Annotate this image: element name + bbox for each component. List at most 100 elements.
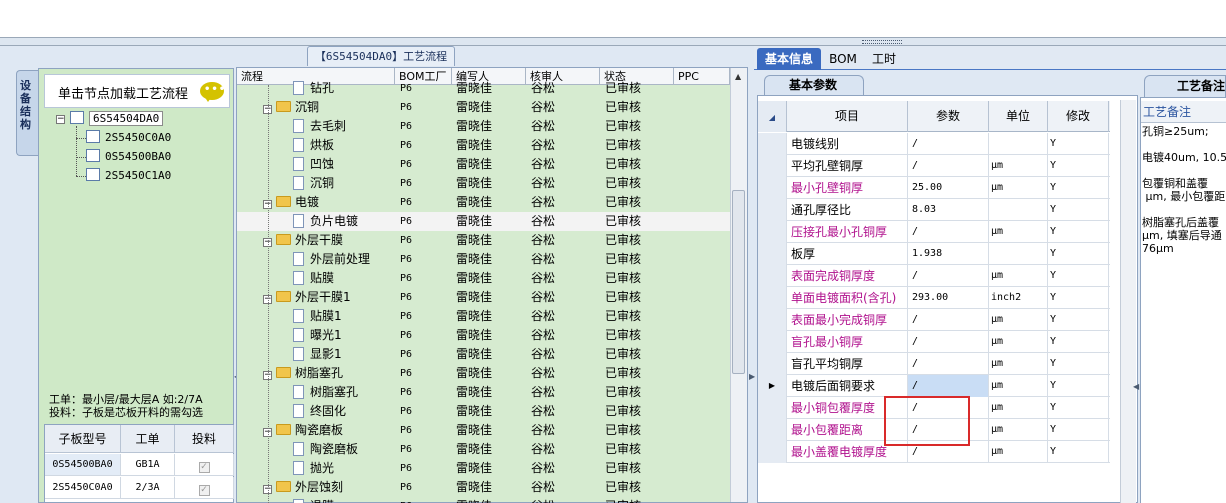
- process-status-cell[interactable]: 已审核: [605, 250, 641, 269]
- param-unit-cell[interactable]: [989, 133, 1048, 155]
- process-reviewer-cell[interactable]: 谷松: [531, 364, 555, 383]
- param-modify-cell[interactable]: Y: [1048, 397, 1109, 419]
- process-row[interactable]: − 陶瓷磨板 P6 雷晓佳 谷松 已审核: [237, 421, 730, 440]
- process-factory-cell[interactable]: P6: [400, 383, 412, 402]
- process-status-cell[interactable]: 已审核: [605, 98, 641, 117]
- param-modify-cell[interactable]: Y: [1048, 375, 1109, 397]
- process-row[interactable]: 贴膜 P6 雷晓佳 谷松 已审核: [237, 269, 730, 288]
- process-name-cell[interactable]: − 外层干膜: [263, 231, 343, 250]
- param-modify-cell[interactable]: Y: [1048, 287, 1109, 309]
- param-row[interactable]: 压接孔最小孔铜厚 / μm Y: [758, 221, 1110, 243]
- process-writer-cell[interactable]: 雷晓佳: [456, 459, 492, 478]
- param-value-cell[interactable]: /: [908, 331, 989, 353]
- scroll-thumb[interactable]: [732, 190, 745, 374]
- process-name-cell[interactable]: 树脂塞孔: [293, 383, 358, 402]
- process-name-cell[interactable]: 外层前处理: [293, 250, 370, 269]
- param-value-cell[interactable]: 1.938: [908, 243, 989, 265]
- param-value-cell[interactable]: /: [908, 353, 989, 375]
- process-factory-cell[interactable]: P6: [400, 345, 412, 364]
- process-status-cell[interactable]: 已审核: [605, 269, 641, 288]
- param-item-cell[interactable]: 电镀后面铜要求: [787, 375, 908, 397]
- col-header-feed[interactable]: 投料: [175, 425, 234, 453]
- process-reviewer-cell[interactable]: 谷松: [531, 383, 555, 402]
- row-indicator[interactable]: [758, 177, 787, 199]
- process-name-cell[interactable]: − 电镀: [263, 193, 319, 212]
- process-reviewer-cell[interactable]: 谷松: [531, 288, 555, 307]
- param-row[interactable]: 盲孔最小铜厚 / μm Y: [758, 331, 1110, 353]
- process-writer-cell[interactable]: 雷晓佳: [456, 269, 492, 288]
- row-indicator[interactable]: [758, 441, 787, 463]
- process-status-cell[interactable]: 已审核: [605, 326, 641, 345]
- process-factory-cell[interactable]: P6: [400, 326, 412, 345]
- process-writer-cell[interactable]: 雷晓佳: [456, 155, 492, 174]
- param-item-cell[interactable]: 表面最小完成铜厚: [787, 309, 908, 331]
- param-value-cell[interactable]: /: [908, 155, 989, 177]
- process-writer-cell[interactable]: 雷晓佳: [456, 440, 492, 459]
- param-unit-cell[interactable]: [989, 243, 1048, 265]
- process-writer-cell[interactable]: 雷晓佳: [456, 193, 492, 212]
- param-value-cell[interactable]: 25.00: [908, 177, 989, 199]
- row-indicator[interactable]: [758, 353, 787, 375]
- process-writer-cell[interactable]: 雷晓佳: [456, 136, 492, 155]
- param-unit-cell[interactable]: [989, 199, 1048, 221]
- process-writer-cell[interactable]: 雷晓佳: [456, 307, 492, 326]
- process-name-cell[interactable]: − 沉铜: [263, 98, 319, 117]
- process-reviewer-cell[interactable]: 谷松: [531, 497, 555, 503]
- cell-feed[interactable]: ✓: [175, 454, 234, 476]
- process-row[interactable]: 树脂塞孔 P6 雷晓佳 谷松 已审核: [237, 383, 730, 402]
- process-factory-cell[interactable]: P6: [400, 174, 412, 193]
- process-reviewer-cell[interactable]: 谷松: [531, 307, 555, 326]
- param-row[interactable]: 表面最小完成铜厚 / μm Y: [758, 309, 1110, 331]
- tab-basic-info[interactable]: 基本信息: [757, 48, 821, 70]
- param-value-cell[interactable]: 8.03: [908, 199, 989, 221]
- process-reviewer-cell[interactable]: 谷松: [531, 326, 555, 345]
- process-row[interactable]: 显影1 P6 雷晓佳 谷松 已审核: [237, 345, 730, 364]
- cell-feed[interactable]: ✓: [175, 477, 234, 499]
- param-modify-cell[interactable]: Y: [1048, 133, 1109, 155]
- col-header-param[interactable]: 参数: [908, 101, 989, 132]
- cell-model[interactable]: 2S5450C0A0: [45, 477, 121, 499]
- param-modify-cell[interactable]: Y: [1048, 309, 1109, 331]
- process-row[interactable]: 钻孔 P6 雷晓佳 谷松 已审核: [237, 79, 730, 98]
- process-name-cell[interactable]: 终固化: [293, 402, 346, 421]
- process-status-cell[interactable]: 已审核: [605, 231, 641, 250]
- process-factory-cell[interactable]: P6: [400, 364, 412, 383]
- row-indicator[interactable]: ▶: [758, 375, 787, 397]
- process-factory-cell[interactable]: P6: [400, 193, 412, 212]
- tree-collapse-icon[interactable]: −: [56, 115, 65, 124]
- process-factory-cell[interactable]: P6: [400, 440, 412, 459]
- process-factory-cell[interactable]: P6: [400, 79, 412, 98]
- process-reviewer-cell[interactable]: 谷松: [531, 402, 555, 421]
- tree-child-node[interactable]: 2S5450C0A0: [86, 130, 171, 146]
- process-reviewer-cell[interactable]: 谷松: [531, 212, 555, 231]
- process-row[interactable]: 凹蚀 P6 雷晓佳 谷松 已审核: [237, 155, 730, 174]
- process-factory-cell[interactable]: P6: [400, 288, 412, 307]
- process-reviewer-cell[interactable]: 谷松: [531, 79, 555, 98]
- param-modify-cell[interactable]: Y: [1048, 243, 1109, 265]
- col-header-modify[interactable]: 修改: [1048, 101, 1109, 132]
- tree-root-node[interactable]: 6S54504DA0: [70, 111, 164, 127]
- process-name-cell[interactable]: 烘板: [293, 136, 334, 155]
- param-row[interactable]: ▶ 电镀后面铜要求 / μm Y: [758, 375, 1110, 397]
- tree-child-node[interactable]: 2S5450C1A0: [86, 168, 171, 184]
- param-modify-cell[interactable]: Y: [1048, 177, 1109, 199]
- process-row[interactable]: − 外层蚀刻 P6 雷晓佳 谷松 已审核: [237, 478, 730, 497]
- row-indicator[interactable]: [758, 331, 787, 353]
- cell-order[interactable]: 2/3A: [121, 477, 175, 499]
- tab-device-structure[interactable]: 设备结构: [16, 70, 38, 156]
- process-status-cell[interactable]: 已审核: [605, 212, 641, 231]
- feed-checkbox[interactable]: ✓: [198, 462, 210, 473]
- process-reviewer-cell[interactable]: 谷松: [531, 440, 555, 459]
- process-writer-cell[interactable]: 雷晓佳: [456, 497, 492, 503]
- row-indicator[interactable]: [758, 287, 787, 309]
- row-indicator[interactable]: [758, 419, 787, 441]
- process-row[interactable]: − 外层干膜 P6 雷晓佳 谷松 已审核: [237, 231, 730, 250]
- process-factory-cell[interactable]: P6: [400, 231, 412, 250]
- process-status-cell[interactable]: 已审核: [605, 383, 641, 402]
- param-row[interactable]: 板厚 1.938 Y: [758, 243, 1110, 265]
- splitter-grip-icon[interactable]: [862, 40, 902, 44]
- param-value-cell[interactable]: /: [908, 133, 989, 155]
- process-row[interactable]: − 树脂塞孔 P6 雷晓佳 谷松 已审核: [237, 364, 730, 383]
- process-row[interactable]: − 电镀 P6 雷晓佳 谷松 已审核: [237, 193, 730, 212]
- process-status-cell[interactable]: 已审核: [605, 307, 641, 326]
